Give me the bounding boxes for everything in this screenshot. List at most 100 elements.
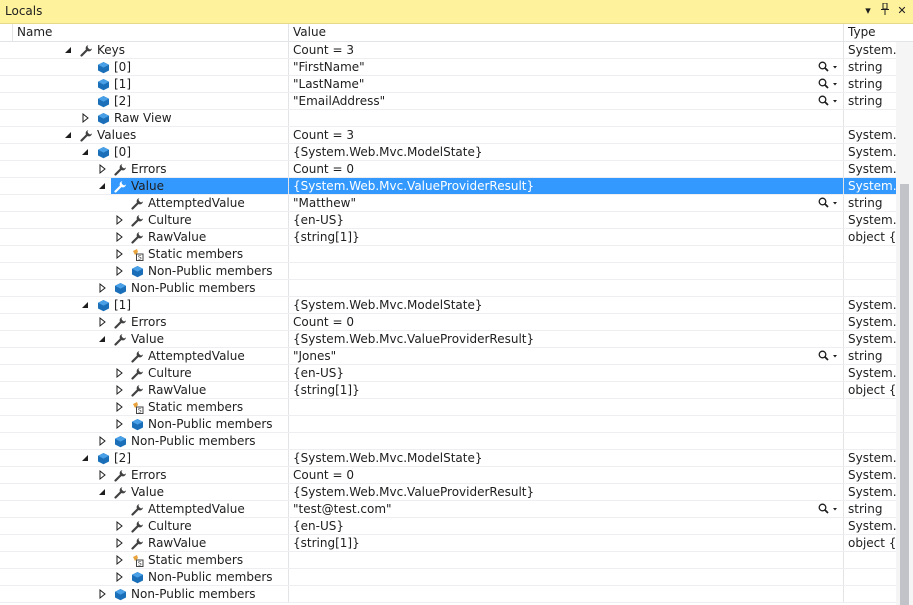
tree-row[interactable]: Value {System.Web.Mvc.ValueProviderResult…: [0, 331, 896, 348]
name-cell[interactable]: [1]: [0, 297, 288, 313]
tree-row[interactable]: [2] "EmailAddress" string: [0, 93, 896, 110]
tree-row[interactable]: AttemptedValue "Matthew" string: [0, 195, 896, 212]
expand-triangle-icon[interactable]: [115, 382, 125, 398]
name-cell[interactable]: Raw View: [0, 110, 288, 126]
value-cell[interactable]: "FirstName": [288, 59, 843, 75]
value-cell[interactable]: {string[1]}: [288, 535, 843, 551]
collapse-triangle-icon[interactable]: [81, 144, 91, 160]
name-cell[interactable]: [2]: [0, 93, 288, 109]
type-cell[interactable]: System.Web.Mvc.ModelState: [843, 450, 896, 466]
name-cell[interactable]: Non-Public members: [0, 569, 288, 585]
type-cell[interactable]: [843, 552, 896, 568]
expand-triangle-icon[interactable]: [115, 416, 125, 432]
name-cell[interactable]: Culture: [0, 365, 288, 381]
name-cell[interactable]: Errors: [0, 161, 288, 177]
value-cell[interactable]: [288, 569, 843, 585]
type-cell[interactable]: object {string[]}: [843, 382, 896, 398]
expand-triangle-icon[interactable]: [115, 212, 125, 228]
type-cell[interactable]: System.Web.Mvc.ValueProviderResult: [843, 178, 896, 194]
name-cell[interactable]: Keys: [0, 42, 288, 58]
type-cell[interactable]: [843, 246, 896, 262]
type-cell[interactable]: string: [843, 195, 896, 211]
expand-triangle-icon[interactable]: [98, 161, 108, 177]
collapse-triangle-icon[interactable]: [81, 450, 91, 466]
value-cell[interactable]: [288, 433, 843, 449]
value-cell[interactable]: "Matthew": [288, 195, 843, 211]
window-menu-dropdown-icon[interactable]: ▾: [860, 3, 876, 19]
name-cell[interactable]: S Static members: [0, 399, 288, 415]
name-cell[interactable]: Non-Public members: [0, 586, 288, 602]
name-cell[interactable]: RawValue: [0, 382, 288, 398]
tree-row[interactable]: Culture {en-US} System.Globalization.Cultu…: [0, 212, 896, 229]
type-cell[interactable]: System.Globalization.CultureInfo: [843, 212, 896, 228]
tree-row[interactable]: S Static members: [0, 246, 896, 263]
type-cell[interactable]: [843, 263, 896, 279]
tree-row[interactable]: Culture {en-US} System.Globalization.Cultu…: [0, 518, 896, 535]
name-cell[interactable]: Value: [0, 484, 288, 500]
type-cell[interactable]: [843, 280, 896, 296]
type-cell[interactable]: System.Web.Mvc.ModelErrorCollection: [843, 314, 896, 330]
expand-triangle-icon[interactable]: [115, 535, 125, 551]
tree-row[interactable]: [1] "LastName" string: [0, 76, 896, 93]
value-cell[interactable]: [288, 110, 843, 126]
magnifier-icon[interactable]: [817, 195, 839, 211]
name-cell[interactable]: Culture: [0, 212, 288, 228]
value-cell[interactable]: {System.Web.Mvc.ValueProviderResult}: [288, 178, 843, 194]
tree-row[interactable]: Value {System.Web.Mvc.ValueProviderResult…: [0, 484, 896, 501]
type-cell[interactable]: [843, 433, 896, 449]
value-cell[interactable]: Count = 3: [288, 42, 843, 58]
expand-triangle-icon[interactable]: [115, 229, 125, 245]
value-cell[interactable]: {en-US}: [288, 365, 843, 381]
tree-row[interactable]: Non-Public members: [0, 569, 896, 586]
tree-row[interactable]: Keys Count = 3 System.Collections.Generic.…: [0, 42, 896, 59]
value-cell[interactable]: [288, 280, 843, 296]
name-cell[interactable]: Non-Public members: [0, 280, 288, 296]
expand-triangle-icon[interactable]: [115, 569, 125, 585]
value-cell[interactable]: "Jones": [288, 348, 843, 364]
expand-triangle-icon[interactable]: [98, 280, 108, 296]
value-cell[interactable]: {System.Web.Mvc.ValueProviderResult}: [288, 484, 843, 500]
expand-triangle-icon[interactable]: [98, 586, 108, 602]
tree-row[interactable]: Errors Count = 0 System.Web.Mvc.ModelError…: [0, 161, 896, 178]
value-cell[interactable]: [288, 552, 843, 568]
name-cell[interactable]: [1]: [0, 76, 288, 92]
tree-row[interactable]: Non-Public members: [0, 263, 896, 280]
tree-row[interactable]: S Static members: [0, 399, 896, 416]
value-cell[interactable]: Count = 0: [288, 467, 843, 483]
type-cell[interactable]: System.Globalization.CultureInfo: [843, 518, 896, 534]
column-header-type[interactable]: Type: [843, 24, 913, 41]
name-cell[interactable]: Value: [0, 178, 288, 194]
type-cell[interactable]: [843, 416, 896, 432]
name-cell[interactable]: AttemptedValue: [0, 195, 288, 211]
tree-row[interactable]: RawValue {string[1]} object {string[]}: [0, 229, 896, 246]
tree-row[interactable]: Value {System.Web.Mvc.ValueProviderResult…: [0, 178, 896, 195]
type-cell[interactable]: string: [843, 59, 896, 75]
value-cell[interactable]: Count = 0: [288, 161, 843, 177]
expand-triangle-icon[interactable]: [115, 518, 125, 534]
expand-triangle-icon[interactable]: [81, 110, 91, 126]
tree-row[interactable]: Non-Public members: [0, 416, 896, 433]
collapse-triangle-icon[interactable]: [64, 42, 74, 58]
collapse-triangle-icon[interactable]: [98, 331, 108, 347]
tree-row[interactable]: RawValue {string[1]} object {string[]}: [0, 535, 896, 552]
value-cell[interactable]: {string[1]}: [288, 382, 843, 398]
value-cell[interactable]: {en-US}: [288, 518, 843, 534]
name-cell[interactable]: [2]: [0, 450, 288, 466]
name-cell[interactable]: RawValue: [0, 535, 288, 551]
type-cell[interactable]: System.Web.Mvc.ModelState: [843, 144, 896, 160]
name-cell[interactable]: [0]: [0, 144, 288, 160]
name-cell[interactable]: Non-Public members: [0, 263, 288, 279]
pin-icon[interactable]: [877, 2, 893, 19]
name-cell[interactable]: S Static members: [0, 552, 288, 568]
type-cell[interactable]: System.Web.Mvc.ValueProviderResult: [843, 484, 896, 500]
tree-row[interactable]: Values Count = 3 System.Collections.Generi…: [0, 127, 896, 144]
magnifier-icon[interactable]: [817, 76, 839, 92]
tree-row[interactable]: Errors Count = 0 System.Web.Mvc.ModelError…: [0, 467, 896, 484]
tree-row[interactable]: Culture {en-US} System.Globalization.Cultu…: [0, 365, 896, 382]
type-cell[interactable]: System.Collections.Generic.Dictionary: [843, 42, 896, 58]
collapse-triangle-icon[interactable]: [64, 127, 74, 143]
value-cell[interactable]: "LastName": [288, 76, 843, 92]
tree-row[interactable]: Errors Count = 0 System.Web.Mvc.ModelError…: [0, 314, 896, 331]
type-cell[interactable]: string: [843, 76, 896, 92]
value-cell[interactable]: [288, 586, 843, 602]
